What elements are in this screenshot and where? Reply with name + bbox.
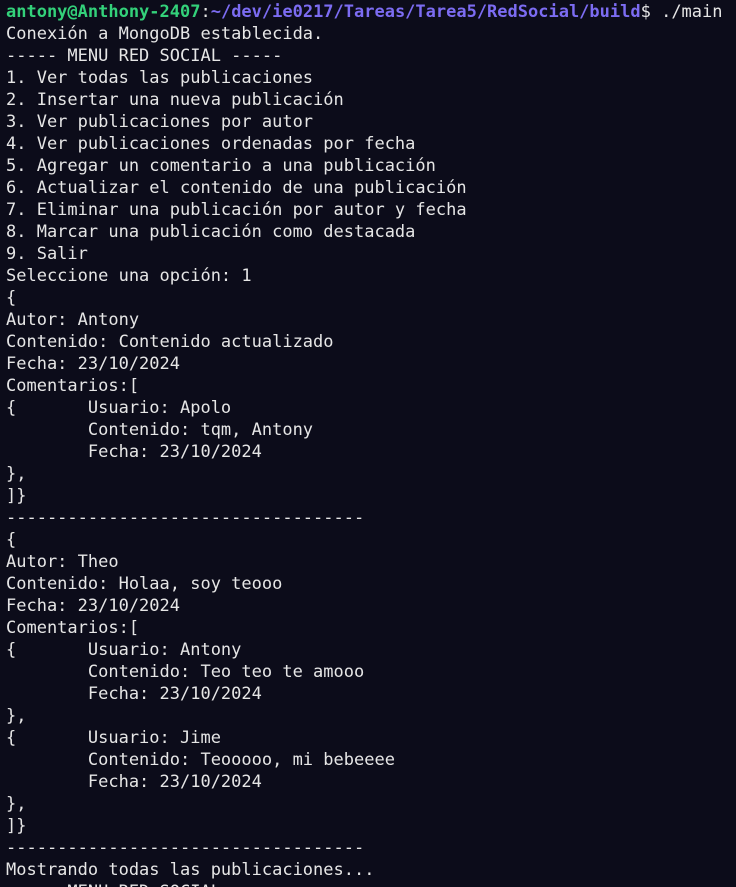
- output-line: },: [6, 706, 27, 726]
- output-line: 8. Marcar una publicación como destacada: [6, 222, 416, 242]
- output-line-partial: ----- MENU RED SOCIAL -----: [6, 881, 736, 887]
- output-line: -----------------------------------: [6, 508, 365, 528]
- terminal-window[interactable]: antony@Anthony-2407:~/dev/ie0217/Tareas/…: [0, 0, 736, 887]
- prompt-separator: :: [200, 2, 211, 22]
- output-line: 2. Insertar una nueva publicación: [6, 90, 344, 110]
- output-line: Seleccione una opción: 1: [6, 266, 252, 286]
- terminal-output: antony@Anthony-2407:~/dev/ie0217/Tareas/…: [0, 0, 736, 887]
- prompt-command: ./main: [650, 2, 723, 22]
- output-line: Contenido: tqm, Antony: [6, 420, 314, 440]
- output-line: -----------------------------------: [6, 838, 365, 858]
- output-line: Fecha: 23/10/2024: [6, 442, 262, 462]
- output-line: Fecha: 23/10/2024: [6, 354, 180, 374]
- output-line: Fecha: 23/10/2024: [6, 684, 262, 704]
- output-line: 3. Ver publicaciones por autor: [6, 112, 314, 132]
- output-line: { Usuario: Apolo: [6, 398, 232, 418]
- output-line: Autor: Antony: [6, 310, 140, 330]
- output-line: 5. Agregar un comentario a una publicaci…: [6, 156, 436, 176]
- output-line: 1. Ver todas las publicaciones: [6, 68, 314, 88]
- output-line: 7. Eliminar una publicación por autor y …: [6, 200, 467, 220]
- output-line: 4. Ver publicaciones ordenadas por fecha: [6, 134, 416, 154]
- prompt-user-host: antony@Anthony-2407: [6, 2, 201, 22]
- output-line: Mostrando todas las publicaciones...: [6, 860, 375, 880]
- output-line: Fecha: 23/10/2024: [6, 772, 262, 792]
- output-line: ]}: [6, 486, 27, 506]
- output-line: },: [6, 794, 27, 814]
- output-line: Contenido: Teo teo te amooo: [6, 662, 365, 682]
- output-line: Comentarios:[: [6, 376, 140, 396]
- output-line: Autor: Theo: [6, 552, 119, 572]
- output-line: ]}: [6, 816, 27, 836]
- output-line: },: [6, 464, 27, 484]
- prompt-path: ~/dev/ie0217/Tareas/Tarea5/RedSocial/bui…: [210, 2, 641, 22]
- prompt-symbol: $: [640, 2, 651, 22]
- output-line: { Usuario: Antony: [6, 640, 242, 660]
- output-line: 6. Actualizar el contenido de una public…: [6, 178, 467, 198]
- output-line: ----- MENU RED SOCIAL -----: [6, 46, 283, 66]
- output-line: Contenido: Teooooo, mi bebeeee: [6, 750, 395, 770]
- output-line: {: [6, 288, 17, 308]
- output-line: { Usuario: Jime: [6, 728, 221, 748]
- output-line: {: [6, 530, 17, 550]
- output-line: Fecha: 23/10/2024: [6, 596, 180, 616]
- output-line: Conexión a MongoDB establecida.: [6, 24, 324, 44]
- output-line: Contenido: Holaa, soy teooo: [6, 574, 283, 594]
- output-line: 9. Salir: [6, 244, 88, 264]
- output-line: Contenido: Contenido actualizado: [6, 332, 334, 352]
- prompt-line: antony@Anthony-2407:~/dev/ie0217/Tareas/…: [6, 1, 736, 23]
- output-line: Comentarios:[: [6, 618, 140, 638]
